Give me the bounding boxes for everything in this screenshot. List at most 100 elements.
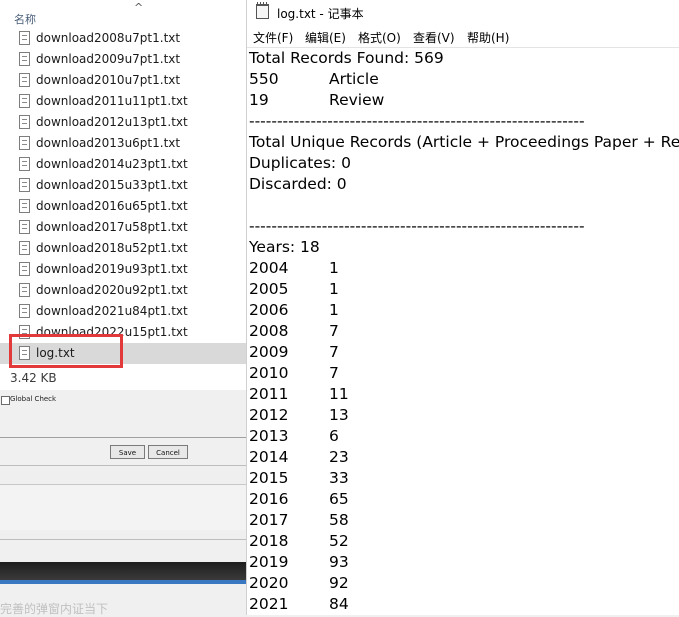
file-explorer-pane: 名称 ^ download2008u7pt1.txt download2009u… — [0, 0, 246, 390]
year-count: 84 — [329, 595, 349, 613]
file-name: download2008u7pt1.txt — [36, 31, 181, 45]
year-count: 92 — [329, 574, 349, 592]
year-count: 7 — [329, 364, 339, 382]
year-count: 1 — [329, 280, 339, 298]
file-row[interactable]: download2009u7pt1.txt — [0, 49, 246, 70]
year-value: 2006 — [249, 301, 289, 319]
text-editor-area[interactable]: Total Records Found: 569 550 Article 19 Re… — [247, 47, 679, 615]
file-row[interactable]: download2008u7pt1.txt — [0, 28, 246, 49]
year-value: 2021 — [249, 595, 289, 613]
file-row[interactable]: download2014u23pt1.txt — [0, 154, 246, 175]
year-value: 2011 — [249, 385, 289, 403]
file-name: download2019u93pt1.txt — [36, 262, 188, 276]
year-value: 2017 — [249, 511, 289, 529]
text-file-icon — [19, 178, 30, 192]
year-count: 7 — [329, 343, 339, 361]
file-row[interactable]: download2019u93pt1.txt — [0, 259, 246, 280]
year-count: 58 — [329, 511, 349, 529]
year-count: 1 — [329, 301, 339, 319]
year-value: 2018 — [249, 532, 289, 550]
doc-type-name: Article — [329, 70, 379, 88]
year-count: 52 — [329, 532, 349, 550]
menu-edit[interactable]: 编辑(E) — [305, 29, 346, 46]
text-file-icon — [19, 241, 30, 255]
save-button[interactable]: Save — [110, 445, 145, 459]
notepad-window: log.txt - 记事本 文件(F) 编辑(E) 格式(O) 查看(V) 帮助… — [246, 0, 679, 615]
text-file-icon — [19, 94, 30, 108]
year-row: 2020 92 — [249, 573, 349, 594]
year-row: 2008 7 — [249, 321, 339, 342]
year-value: 2019 — [249, 553, 289, 571]
discarded-line: Discarded: 0 — [249, 175, 347, 193]
doc-type-count: 19 — [249, 91, 269, 109]
file-name: download2009u7pt1.txt — [36, 52, 181, 66]
year-count: 7 — [329, 322, 339, 340]
text-file-icon — [19, 199, 30, 213]
file-name: download2016u65pt1.txt — [36, 199, 188, 213]
global-check-checkbox[interactable] — [1, 396, 10, 405]
file-row[interactable]: download2016u65pt1.txt — [0, 196, 246, 217]
file-name: download2015u33pt1.txt — [36, 178, 188, 192]
file-row[interactable]: download2010u7pt1.txt — [0, 70, 246, 91]
year-row: 2006 1 — [249, 300, 339, 321]
text-file-icon — [19, 283, 30, 297]
year-count: 93 — [329, 553, 349, 571]
year-value: 2005 — [249, 280, 289, 298]
file-size-status: 3.42 KB — [10, 371, 57, 385]
year-row: 2005 1 — [249, 279, 339, 300]
menu-help[interactable]: 帮助(H) — [467, 29, 509, 46]
name-column-header[interactable]: 名称 — [14, 11, 36, 27]
column-header[interactable]: 名称 ^ — [0, 0, 246, 28]
bottom-caption: 完善的弹窗内证当下 — [0, 602, 109, 616]
text-file-icon — [19, 136, 30, 150]
text-file-icon — [19, 262, 30, 276]
year-row: 2012 13 — [249, 405, 349, 426]
text-file-icon — [19, 304, 30, 318]
file-name: download2011u11pt1.txt — [36, 94, 188, 108]
file-row[interactable]: download2018u52pt1.txt — [0, 238, 246, 259]
taskbar-strip — [0, 562, 246, 580]
sort-chevron-up-icon[interactable]: ^ — [134, 1, 143, 14]
file-row[interactable]: download2017u58pt1.txt — [0, 217, 246, 238]
separator-line: ----------------------------------------… — [249, 112, 585, 130]
doc-type-line: 19 Review — [249, 90, 384, 111]
file-name: download2012u13pt1.txt — [36, 115, 188, 129]
file-row[interactable]: download2021u84pt1.txt — [0, 301, 246, 322]
year-row: 2009 7 — [249, 342, 339, 363]
year-value: 2004 — [249, 259, 289, 277]
cancel-button[interactable]: Cancel — [148, 445, 188, 459]
doc-type-line: 550 Article — [249, 69, 379, 90]
year-row: 2021 84 — [249, 594, 349, 615]
file-row[interactable]: download2011u11pt1.txt — [0, 91, 246, 112]
year-row: 2015 33 — [249, 468, 349, 489]
file-name: download2021u84pt1.txt — [36, 304, 188, 318]
doc-type-count: 550 — [249, 70, 279, 88]
year-value: 2012 — [249, 406, 289, 424]
title-bar[interactable]: log.txt - 记事本 — [247, 0, 679, 26]
year-row: 2011 11 — [249, 384, 349, 405]
menu-view[interactable]: 查看(V) — [413, 29, 455, 46]
file-row[interactable]: download2013u6pt1.txt — [0, 133, 246, 154]
menu-format[interactable]: 格式(O) — [358, 29, 401, 46]
file-row[interactable]: download2012u13pt1.txt — [0, 112, 246, 133]
menu-file[interactable]: 文件(F) — [253, 29, 293, 46]
year-value: 2009 — [249, 343, 289, 361]
file-row[interactable]: download2020u92pt1.txt — [0, 280, 246, 301]
year-row: 2014 23 — [249, 447, 349, 468]
year-count: 6 — [329, 427, 339, 445]
highlight-box — [9, 334, 123, 368]
file-name: download2018u52pt1.txt — [36, 241, 188, 255]
year-value: 2020 — [249, 574, 289, 592]
file-row[interactable]: download2015u33pt1.txt — [0, 175, 246, 196]
year-count: 65 — [329, 490, 349, 508]
year-count: 1 — [329, 259, 339, 277]
year-value: 2008 — [249, 322, 289, 340]
year-value: 2010 — [249, 364, 289, 382]
year-row: 2017 58 — [249, 510, 349, 531]
menu-bar: 文件(F) 编辑(E) 格式(O) 查看(V) 帮助(H) — [247, 27, 679, 47]
text-file-icon — [19, 52, 30, 66]
text-file-icon — [19, 220, 30, 234]
file-name: download2020u92pt1.txt — [36, 283, 188, 297]
dialog-inner-panel — [0, 484, 246, 530]
duplicates-line: Duplicates: 0 — [249, 154, 351, 172]
